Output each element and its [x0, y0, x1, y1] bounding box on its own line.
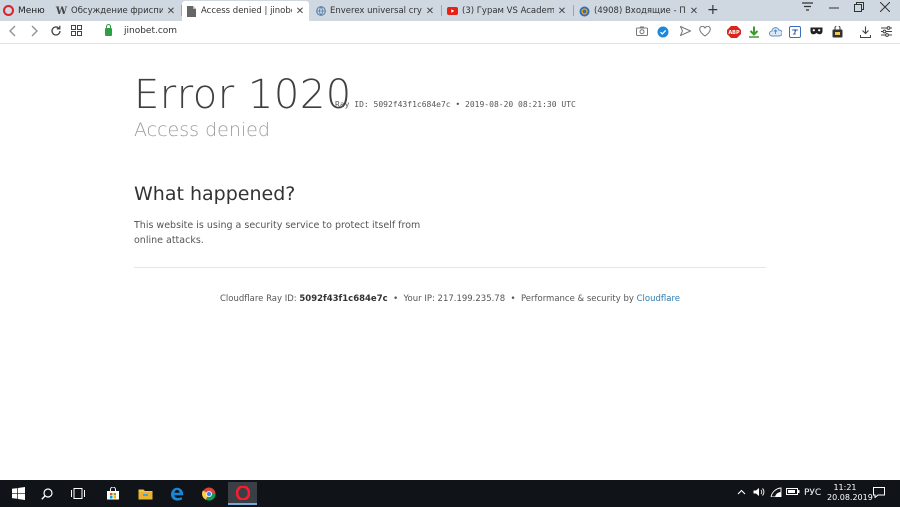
- adblock-badge-text: ABP: [728, 30, 740, 36]
- system-clock[interactable]: 11:21 20.08.2019: [827, 483, 873, 503]
- tab-mail[interactable]: (4908) Входящие - Почта ... ✕: [575, 1, 703, 21]
- volume-icon[interactable]: [753, 487, 765, 500]
- footer-separator: •: [510, 294, 516, 304]
- language-indicator[interactable]: РУС: [804, 488, 821, 498]
- tab-title: (3) Гурам VS Academeg. Je...: [462, 6, 554, 16]
- tab-title: Enverex universal cryptocu...: [330, 6, 422, 16]
- mail-icon: [579, 6, 590, 17]
- forward-icon[interactable]: [30, 25, 38, 40]
- lock-icon[interactable]: [105, 24, 112, 36]
- opera-menu-button[interactable]: Меню: [3, 1, 45, 20]
- clock-time: 11:21: [833, 483, 857, 492]
- heart-icon[interactable]: [699, 25, 711, 38]
- translate-icon[interactable]: [789, 26, 801, 38]
- restore-icon[interactable]: [854, 2, 864, 15]
- page-content: Error 1020 Ray ID: 5092f43f1c684e7c • 20…: [0, 44, 900, 480]
- windows-start-icon[interactable]: [8, 484, 28, 503]
- clock-date: 20.08.2019: [827, 493, 873, 502]
- tab-separator: [573, 5, 574, 16]
- tab-discussion[interactable]: W Обсуждение фриспинов, ... ✕: [52, 1, 180, 21]
- document-icon: [186, 5, 197, 17]
- close-icon[interactable]: ✕: [166, 6, 176, 17]
- ray-label: Cloudflare Ray ID:: [219, 294, 297, 304]
- battery-icon[interactable]: [786, 487, 800, 499]
- mask-icon[interactable]: [810, 26, 823, 38]
- opera-taskbar-icon[interactable]: [228, 482, 257, 505]
- speed-dial-icon[interactable]: [71, 25, 82, 39]
- cloudflare-link[interactable]: Cloudflare: [637, 294, 680, 304]
- vpn-shield-icon[interactable]: [657, 26, 669, 38]
- tab-menu-icon[interactable]: [802, 2, 813, 15]
- what-happened-body: This website is using a security service…: [134, 220, 421, 246]
- close-icon[interactable]: ✕: [295, 6, 305, 17]
- close-icon[interactable]: ✕: [425, 6, 435, 17]
- ip-value: 217.199.235.78: [437, 294, 506, 304]
- reload-icon[interactable]: [50, 25, 62, 40]
- search-icon[interactable]: [37, 484, 57, 503]
- chrome-icon[interactable]: [199, 484, 219, 503]
- back-icon[interactable]: [9, 25, 17, 40]
- tab-youtube[interactable]: (3) Гурам VS Academeg. Je... ✕: [443, 1, 571, 21]
- downloads-icon[interactable]: [859, 26, 871, 39]
- opera-logo-icon: [3, 5, 14, 16]
- close-icon[interactable]: ✕: [689, 6, 699, 17]
- close-window-icon[interactable]: [879, 1, 891, 15]
- youtube-icon: [447, 6, 458, 17]
- cloud-upload-icon[interactable]: [769, 26, 783, 38]
- address-bar: jinobet.com ABP: [0, 21, 900, 44]
- easy-setup-icon[interactable]: [880, 26, 892, 38]
- globe-icon: [315, 6, 326, 17]
- edge-icon[interactable]: [167, 484, 187, 503]
- tab-title: (4908) Входящие - Почта ...: [594, 6, 686, 16]
- minimize-icon[interactable]: [829, 1, 839, 16]
- tab-title: Обсуждение фриспинов, ...: [71, 6, 163, 16]
- tab-separator: [441, 5, 442, 16]
- new-tab-button[interactable]: +: [707, 1, 719, 19]
- tray-expand-icon[interactable]: [737, 488, 746, 498]
- wikipedia-w-icon: W: [55, 5, 68, 17]
- error-title: Error 1020: [134, 72, 352, 118]
- performance-label: Performance & security by: [520, 294, 634, 304]
- task-view-icon[interactable]: [68, 484, 88, 503]
- close-icon[interactable]: ✕: [557, 6, 567, 17]
- tab-access-denied[interactable]: Access denied | jinobet.com ✕: [182, 1, 309, 21]
- opera-menu-label: Меню: [18, 5, 45, 16]
- notifications-icon[interactable]: [873, 487, 885, 501]
- send-icon[interactable]: [679, 25, 692, 38]
- bag-icon[interactable]: [831, 25, 843, 38]
- ray-id-value: 5092f43f1c684e7c: [299, 294, 388, 304]
- what-happened-heading: What happened?: [134, 183, 296, 205]
- footer-separator: •: [393, 294, 399, 304]
- tab-strip: Меню W Обсуждение фриспинов, ... ✕ Acces…: [0, 0, 900, 21]
- error-subtitle: Access denied: [134, 119, 270, 141]
- adblock-icon[interactable]: ABP: [727, 26, 741, 38]
- ip-label: Your IP:: [403, 294, 435, 304]
- windows-taskbar: РУС 11:21 20.08.2019: [0, 480, 900, 507]
- download-green-icon[interactable]: [748, 26, 760, 38]
- ray-id-meta: Ray ID: 5092f43f1c684e7c • 2019-08-20 08…: [335, 100, 576, 109]
- store-icon[interactable]: [103, 484, 123, 503]
- url-field[interactable]: jinobet.com: [124, 26, 177, 36]
- camera-icon[interactable]: [636, 26, 648, 38]
- wifi-icon[interactable]: [770, 487, 782, 500]
- file-explorer-icon[interactable]: [135, 484, 155, 503]
- tab-title: Access denied | jinobet.com: [201, 6, 292, 16]
- tab-enverex[interactable]: Enverex universal cryptocu... ✕: [311, 1, 439, 21]
- divider: [134, 267, 766, 268]
- cloudflare-footer: Cloudflare Ray ID: 5092f43f1c684e7c • Yo…: [0, 294, 900, 304]
